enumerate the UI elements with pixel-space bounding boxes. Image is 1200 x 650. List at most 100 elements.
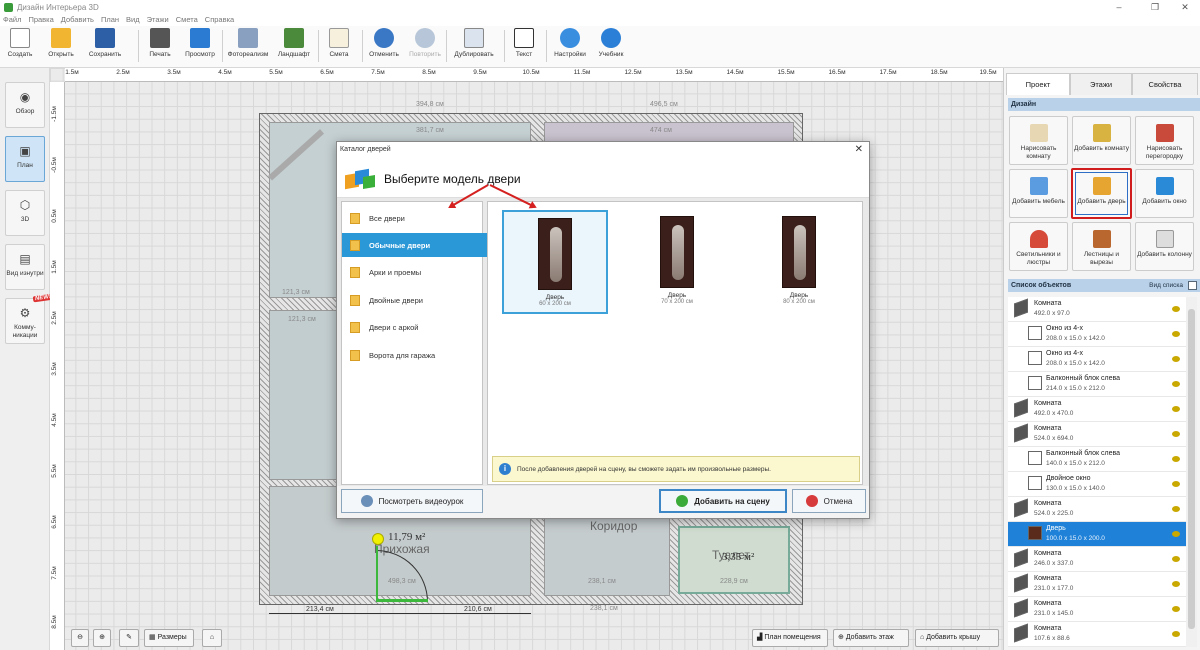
- tab-project[interactable]: Проект: [1006, 73, 1070, 95]
- home-button[interactable]: ⌂: [202, 629, 222, 647]
- add-window-button[interactable]: Добавить окно: [1135, 169, 1194, 218]
- door-model-60[interactable]: Дверь 60 x 200 см: [502, 210, 608, 314]
- undo-button[interactable]: Отменить: [366, 28, 402, 66]
- ruler-label: 13.5м: [675, 69, 693, 76]
- visibility-eye-icon[interactable]: [1172, 481, 1180, 487]
- menu-help[interactable]: Справка: [205, 14, 234, 26]
- visibility-eye-icon[interactable]: [1172, 331, 1180, 337]
- photoreal-button[interactable]: Фотореализм: [226, 28, 270, 66]
- visibility-eye-icon[interactable]: [1172, 356, 1180, 362]
- category-garage-gates[interactable]: Ворота для гаража: [342, 343, 482, 367]
- add-to-scene-button[interactable]: Добавить на сцену: [659, 489, 787, 513]
- add-furniture-button[interactable]: Добавить мебель: [1009, 169, 1068, 218]
- object-list-item[interactable]: Окно из 4-х 208.0 x 15.0 x 142.0: [1008, 322, 1186, 347]
- zoom-in-button[interactable]: ⊕: [93, 629, 111, 647]
- area-handle[interactable]: [372, 533, 384, 545]
- object-list-item[interactable]: Окно из 4-х 208.0 x 15.0 x 142.0: [1008, 347, 1186, 372]
- object-list-scrollbar[interactable]: [1186, 297, 1197, 647]
- menu-estimate[interactable]: Смета: [176, 14, 198, 26]
- tab-floors[interactable]: Этажи: [1070, 73, 1132, 95]
- print-button[interactable]: Печать: [145, 28, 175, 66]
- object-list-item[interactable]: Комната 492.0 x 470.0: [1008, 397, 1186, 422]
- visibility-eye-icon[interactable]: [1172, 456, 1180, 462]
- object-list-item[interactable]: Комната 231.0 x 177.0: [1008, 572, 1186, 597]
- add-roof-button[interactable]: ⌂ Добавить крышу: [915, 629, 999, 647]
- scrollbar-thumb[interactable]: [1188, 309, 1195, 629]
- category-all-doors[interactable]: Все двери: [342, 206, 482, 230]
- plan-button[interactable]: ▣ План: [5, 136, 45, 182]
- visibility-eye-icon[interactable]: [1172, 306, 1180, 312]
- visibility-eye-icon[interactable]: [1172, 431, 1180, 437]
- door-model-70[interactable]: Дверь 70 x 200 см: [624, 210, 730, 314]
- draw-room-button[interactable]: Нарисовать комнату: [1009, 116, 1068, 165]
- visibility-eye-icon[interactable]: [1172, 631, 1180, 637]
- zoom-out-button[interactable]: ⊖: [71, 629, 89, 647]
- text-button[interactable]: Текст: [510, 28, 538, 66]
- add-floor-button[interactable]: ⊕ Добавить этаж: [833, 629, 909, 647]
- communications-button[interactable]: NEW! ⚙ Комму-никации: [5, 293, 54, 344]
- menu-add[interactable]: Добавить: [61, 14, 94, 26]
- object-list-item[interactable]: Комната 492.0 x 97.0: [1008, 297, 1186, 322]
- stairs-button[interactable]: Лестницы и вырезы: [1072, 222, 1131, 271]
- category-arches[interactable]: Арки и проемы: [342, 260, 482, 284]
- inside-view-button[interactable]: ▤ Вид изнутри: [5, 244, 45, 290]
- dim-small: 121,3 см: [282, 289, 310, 296]
- add-column-button[interactable]: Добавить колонну: [1135, 222, 1194, 271]
- maximize-button[interactable]: ❐: [1140, 0, 1170, 14]
- visibility-eye-icon[interactable]: [1172, 406, 1180, 412]
- visibility-eye-icon[interactable]: [1172, 581, 1180, 587]
- save-button[interactable]: Сохранить: [84, 28, 126, 66]
- tutorial-button[interactable]: Учебник: [595, 28, 627, 66]
- measure-button[interactable]: ✎: [119, 629, 139, 647]
- selected-door[interactable]: [376, 599, 428, 602]
- menu-file[interactable]: Файл: [3, 14, 21, 26]
- menu-edit[interactable]: Правка: [28, 14, 53, 26]
- add-room-button[interactable]: Добавить комнату: [1072, 116, 1131, 165]
- landscape-button[interactable]: Ландшафт: [276, 28, 312, 66]
- estimate-button[interactable]: Смета: [324, 28, 354, 66]
- create-button[interactable]: Создать: [4, 28, 36, 66]
- dialog-close-button[interactable]: ✕: [855, 144, 863, 155]
- draw-partition-button[interactable]: Нарисовать перегородку: [1135, 116, 1194, 165]
- preview-button[interactable]: Просмотр: [184, 28, 216, 66]
- cancel-button[interactable]: Отмена: [792, 489, 866, 513]
- settings-button[interactable]: Настройки: [551, 28, 589, 66]
- sizes-button[interactable]: ▦ Размеры: [144, 629, 194, 647]
- redo-button[interactable]: Повторить: [406, 28, 444, 66]
- object-list-item[interactable]: Дверь 100.0 x 15.0 x 200.0: [1008, 522, 1186, 547]
- object-list[interactable]: Комната 492.0 x 97.0 Окно из 4-х 208.0 x 15…: [1008, 297, 1186, 647]
- object-list-item[interactable]: Комната 524.0 x 694.0: [1008, 422, 1186, 447]
- visibility-eye-icon[interactable]: [1172, 506, 1180, 512]
- menu-floors[interactable]: Этажи: [147, 14, 169, 26]
- overview-button[interactable]: ◉ Обзор: [5, 82, 45, 128]
- category-double-doors[interactable]: Двойные двери: [342, 288, 482, 312]
- object-list-item[interactable]: Комната 246.0 x 337.0: [1008, 547, 1186, 572]
- object-list-item[interactable]: Комната 524.0 x 225.0: [1008, 497, 1186, 522]
- add-door-button[interactable]: Добавить дверь: [1071, 168, 1132, 219]
- lamps-button[interactable]: Светильники и люстры: [1009, 222, 1068, 271]
- object-list-item[interactable]: Балконный блок слева 214.0 x 15.0 x 212.0: [1008, 372, 1186, 397]
- room-plan-button[interactable]: ▟ План помещения: [752, 629, 828, 647]
- view-3d-button[interactable]: ⬡ 3D: [5, 190, 45, 236]
- visibility-eye-icon[interactable]: [1172, 556, 1180, 562]
- tab-properties[interactable]: Свойства: [1132, 73, 1198, 95]
- object-list-item[interactable]: Двойное окно 130.0 x 15.0 x 140.0: [1008, 472, 1186, 497]
- category-regular-doors[interactable]: Обычные двери: [342, 233, 498, 257]
- visibility-eye-icon[interactable]: [1172, 531, 1180, 537]
- object-list-item[interactable]: Комната 107.6 x 88.6: [1008, 622, 1186, 647]
- duplicate-button[interactable]: Дублировать: [450, 28, 498, 66]
- visibility-eye-icon[interactable]: [1172, 381, 1180, 387]
- close-window-button[interactable]: ✕: [1170, 0, 1200, 14]
- category-arched-doors[interactable]: Двери с аркой: [342, 315, 482, 339]
- minimize-button[interactable]: –: [1104, 0, 1134, 14]
- list-view-icon[interactable]: [1188, 281, 1197, 290]
- menu-view[interactable]: Вид: [126, 14, 140, 26]
- open-button[interactable]: Открыть: [44, 28, 78, 66]
- menu-plan[interactable]: План: [101, 14, 119, 26]
- view-list-link[interactable]: Вид списка: [1149, 279, 1183, 292]
- object-list-item[interactable]: Балконный блок слева 140.0 x 15.0 x 212.0: [1008, 447, 1186, 472]
- object-list-item[interactable]: Комната 231.0 x 145.0: [1008, 597, 1186, 622]
- door-model-80[interactable]: Дверь 80 x 200 см: [746, 210, 852, 314]
- visibility-eye-icon[interactable]: [1172, 606, 1180, 612]
- watch-video-button[interactable]: Посмотреть видеоурок: [341, 489, 483, 513]
